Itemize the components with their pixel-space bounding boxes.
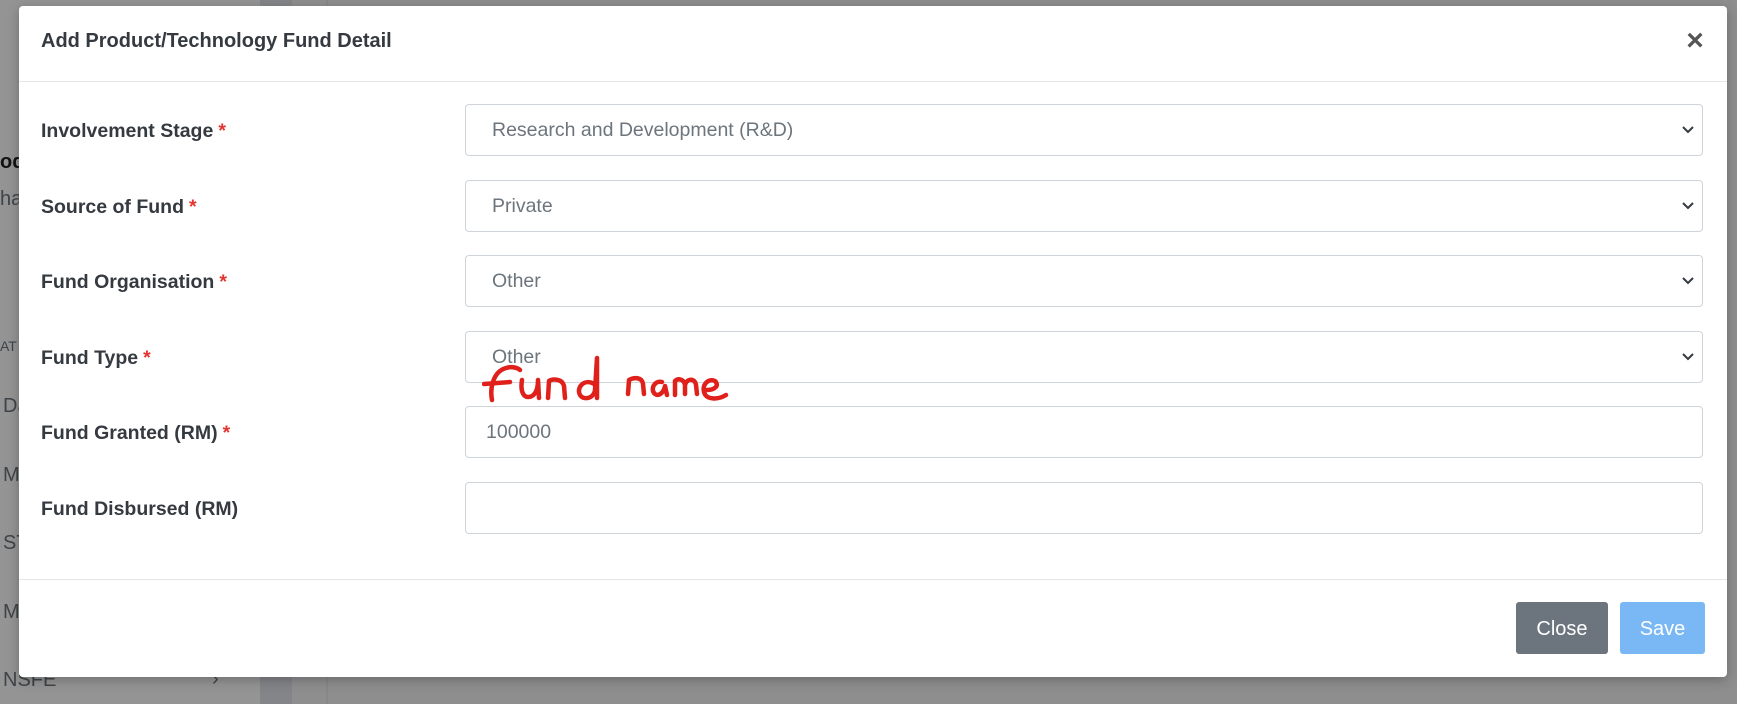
select-value: Other: [492, 270, 541, 292]
form-row-fund-disbursed: Fund Disbursed (RM): [19, 482, 1727, 536]
modal-title: Add Product/Technology Fund Detail: [41, 30, 392, 52]
fund-detail-modal: Add Product/Technology Fund Detail × Inv…: [19, 6, 1727, 677]
required-marker: *: [218, 120, 226, 142]
select-value: Research and Development (R&D): [492, 119, 794, 141]
involvement-stage-select[interactable]: Research and Development (R&D): [465, 104, 1703, 156]
select-value: Private: [492, 195, 553, 217]
handwritten-annotation: [482, 355, 729, 403]
form-row-involvement-stage: Involvement Stage * Research and Developm…: [19, 104, 1727, 158]
required-marker: *: [219, 271, 227, 293]
chevron-down-icon: [1682, 126, 1694, 134]
required-marker: *: [143, 347, 151, 369]
save-button[interactable]: Save: [1620, 602, 1705, 654]
chevron-down-icon: [1682, 353, 1694, 361]
field-label: Fund Granted (RM) *: [41, 422, 231, 444]
form-row-fund-granted: Fund Granted (RM) * 100000: [19, 406, 1727, 460]
modal-footer: Close Save: [19, 579, 1727, 678]
chevron-down-icon: [1682, 202, 1694, 210]
required-marker: *: [189, 196, 197, 218]
field-label: Fund Type *: [41, 347, 151, 369]
field-label: Source of Fund *: [41, 196, 197, 218]
fund-organisation-select[interactable]: Other: [465, 255, 1703, 307]
input-value: 100000: [486, 421, 552, 443]
source-of-fund-select[interactable]: Private: [465, 180, 1703, 232]
fund-disbursed-input[interactable]: [465, 482, 1703, 534]
form-row-fund-organisation: Fund Organisation * Other: [19, 255, 1727, 309]
field-label: Fund Disbursed (RM): [41, 498, 239, 520]
fund-granted-input[interactable]: 100000: [465, 406, 1703, 458]
chevron-down-icon: [1682, 277, 1694, 285]
close-icon[interactable]: ×: [1681, 26, 1709, 56]
modal-header: Add Product/Technology Fund Detail ×: [19, 6, 1727, 82]
required-marker: *: [222, 422, 231, 444]
form-row-source-of-fund: Source of Fund * Private: [19, 180, 1727, 234]
close-button[interactable]: Close: [1516, 602, 1608, 654]
form-row-fund-type: Fund Type * Other: [19, 331, 1727, 385]
field-label: Fund Organisation *: [41, 271, 227, 293]
field-label: Involvement Stage *: [41, 120, 226, 142]
